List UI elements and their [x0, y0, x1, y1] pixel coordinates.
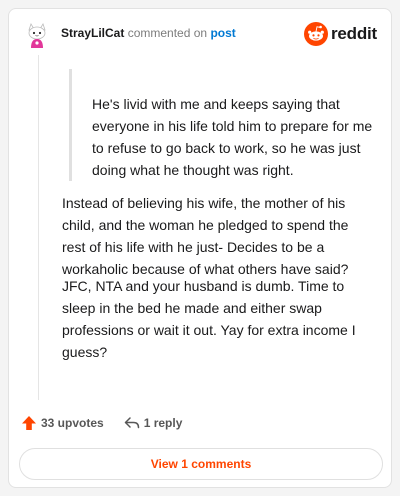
quoted-text: He's livid with me and keeps saying that…: [92, 96, 373, 178]
blockquote: He's livid with me and keeps saying that…: [69, 69, 379, 181]
comment-embed-card: StrayLilCat commented on post reddit He'…: [8, 8, 392, 488]
reddit-wordmark: reddit: [330, 24, 377, 43]
thread-line[interactable]: [38, 55, 39, 400]
upvote-button[interactable]: 33 upvotes: [21, 415, 104, 431]
reddit-logo[interactable]: reddit: [303, 22, 377, 46]
comment-paragraph: Instead of believing his wife, the mothe…: [62, 195, 349, 277]
upvote-arrow-icon: [22, 416, 36, 430]
reply-button[interactable]: 1 reply: [124, 415, 183, 431]
comment-actions: 33 upvotes 1 reply: [21, 413, 182, 433]
post-link[interactable]: post: [210, 26, 235, 40]
view-comments-button[interactable]: View 1 comments: [19, 448, 383, 480]
upvote-count: 33 upvotes: [41, 416, 104, 430]
username-link[interactable]: StrayLilCat: [61, 26, 124, 40]
reply-count: 1 reply: [143, 416, 183, 430]
commented-on-text: commented on: [127, 26, 208, 40]
snoo-avatar-icon[interactable]: [23, 21, 51, 49]
comment-paragraph: JFC, NTA and your husband is dumb. Time …: [62, 278, 356, 360]
reply-arrow-icon: [124, 417, 139, 429]
comment-header: StrayLilCat commented on post reddit: [9, 9, 391, 59]
reddit-snoo-icon: [303, 22, 328, 46]
header-line: StrayLilCat commented on post: [61, 26, 236, 40]
